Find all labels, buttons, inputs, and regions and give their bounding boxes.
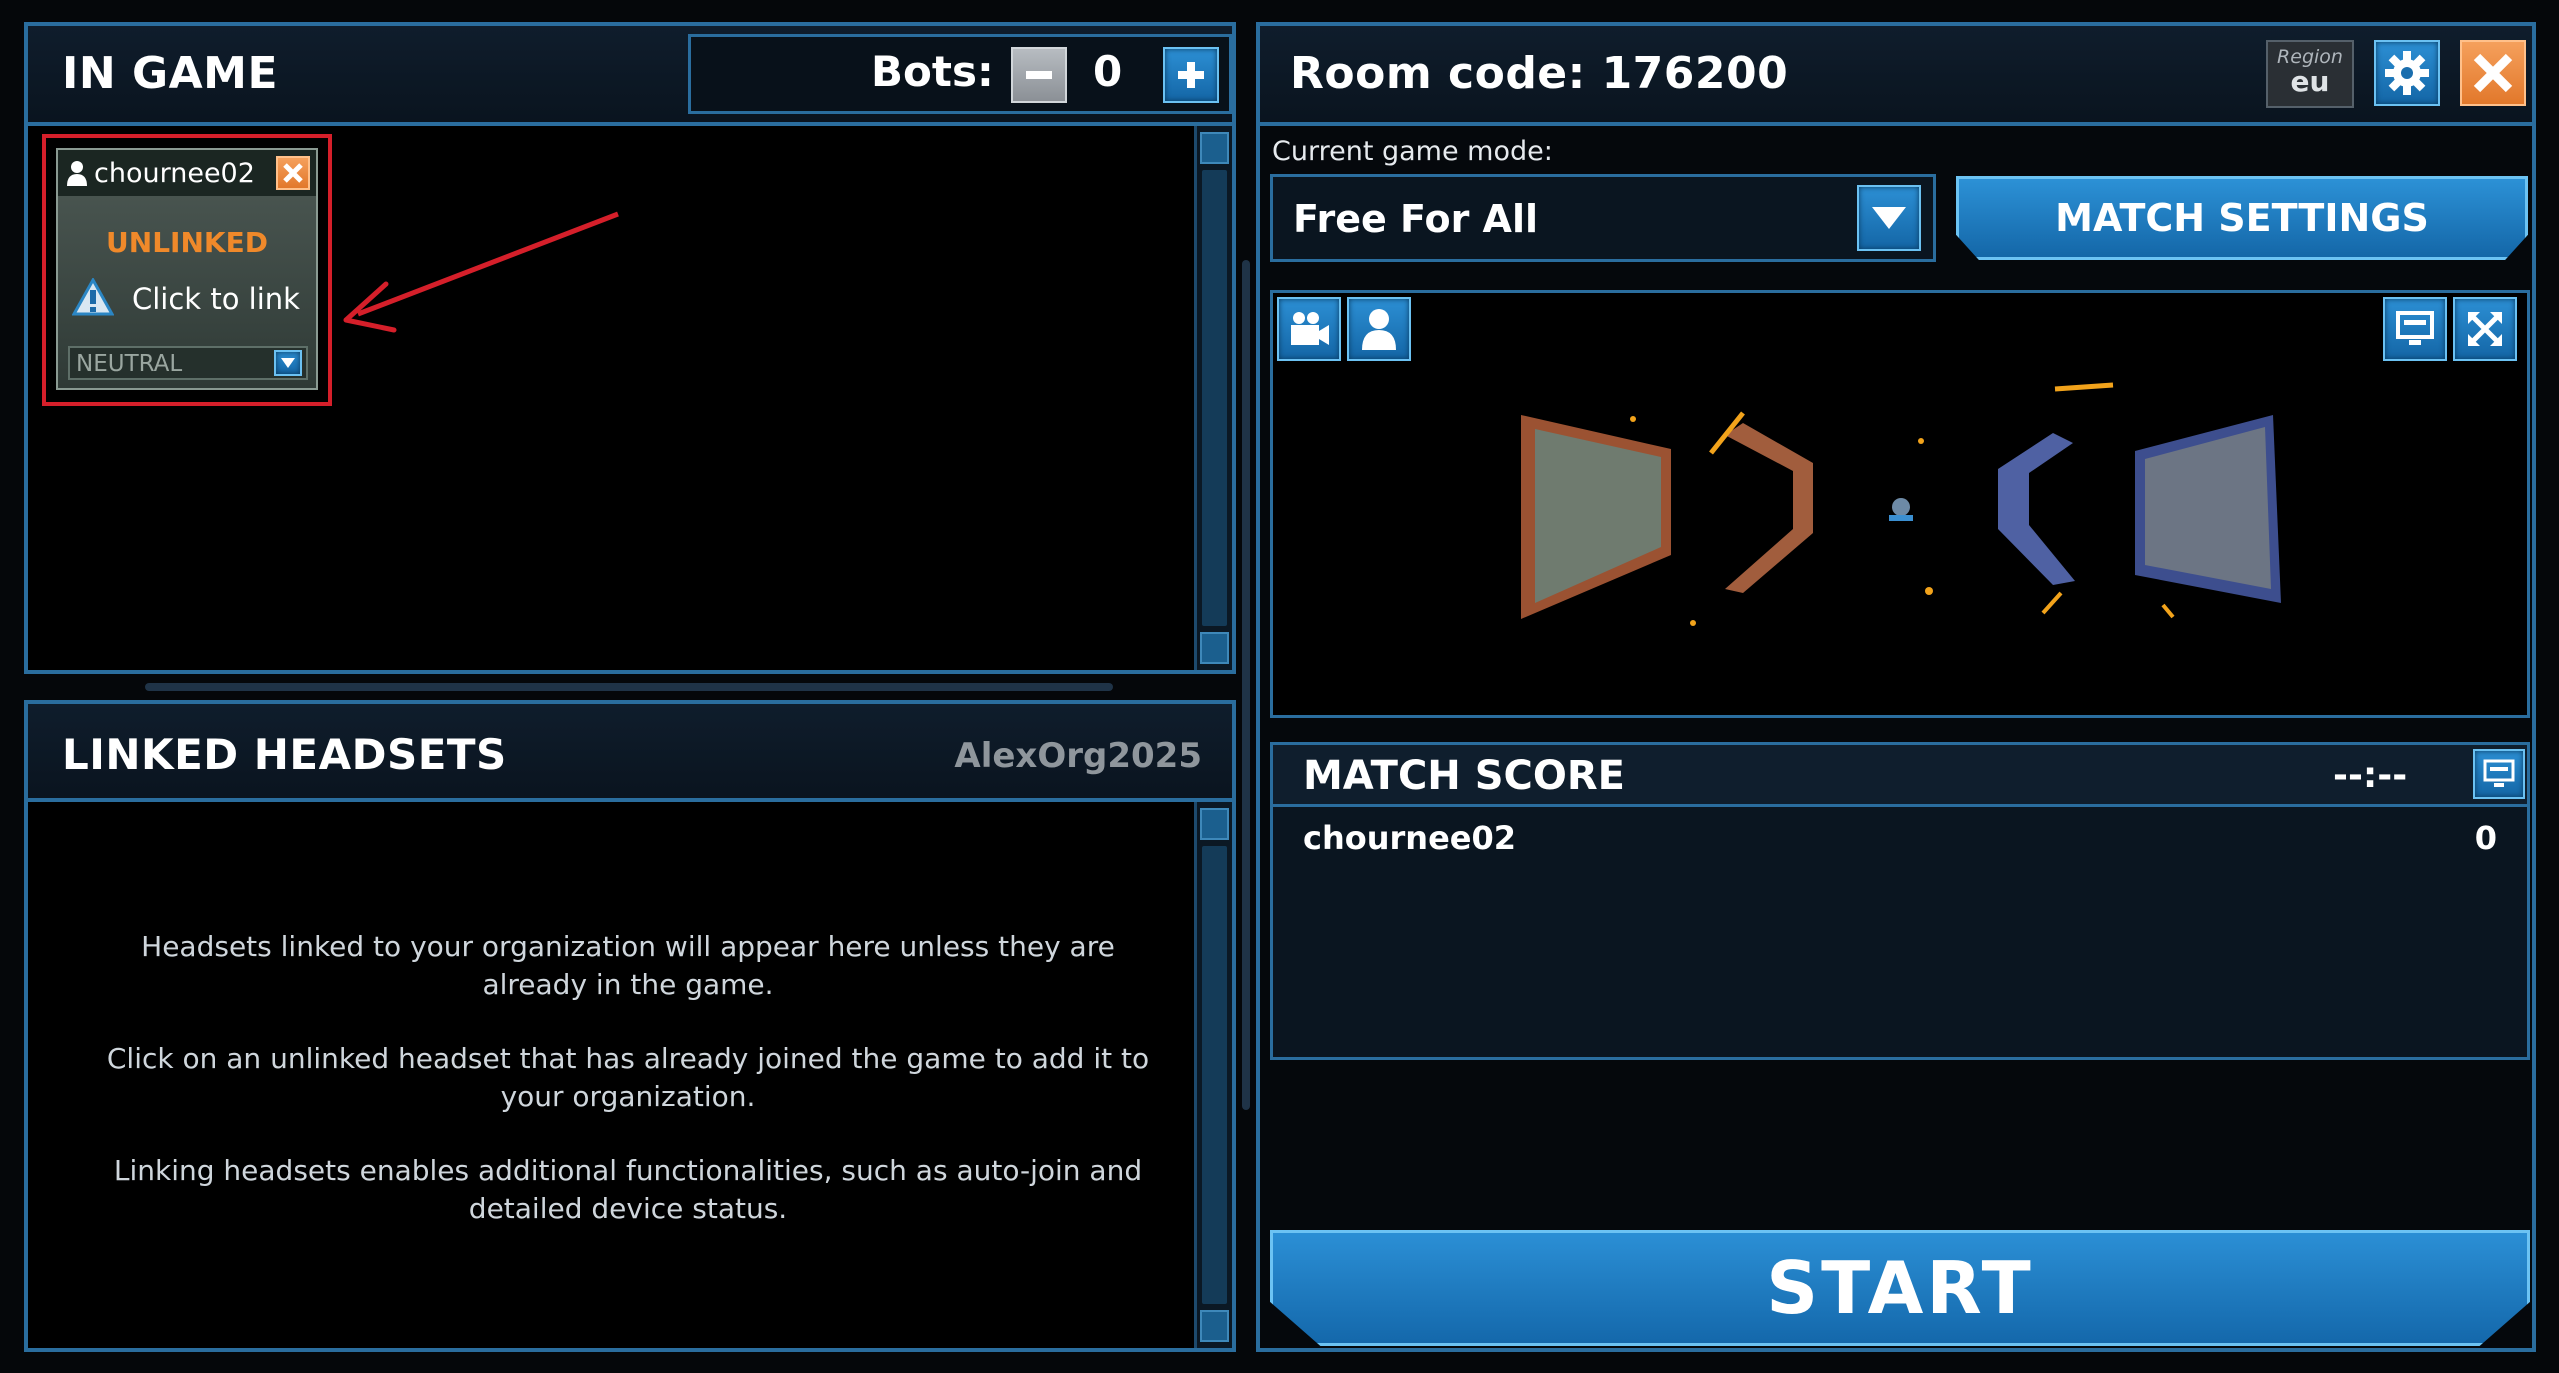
vertical-splitter[interactable] [1242,260,1250,1110]
add-bot-button[interactable] [1163,47,1219,103]
scroll-down-button[interactable] [1200,1310,1229,1342]
in-game-header: IN GAME Bots: 0 [28,26,1232,126]
scroll-up-button[interactable] [1200,132,1229,164]
start-button[interactable]: START [1270,1230,2530,1346]
annotation-arrow [343,211,619,333]
in-game-panel: IN GAME Bots: 0 chournee02 UNLINKED Clic… [24,22,1236,674]
player-card-header: chournee02 [58,150,316,196]
settings-button[interactable] [2374,40,2440,106]
close-room-button[interactable] [2460,40,2526,106]
scroll-track[interactable] [1202,170,1227,626]
match-score-header: MATCH SCORE --:-- [1273,745,2527,807]
region-selector[interactable]: Region eu [2266,40,2354,108]
in-game-scrollbar[interactable] [1194,126,1232,670]
warning-icon [72,278,114,316]
organization-name: AlexOrg2025 [954,736,1202,776]
match-settings-label: MATCH SETTINGS [2055,196,2429,240]
team-select-value: NEUTRAL [76,351,183,377]
minus-icon [1026,71,1052,79]
horizontal-splitter[interactable] [145,683,1113,691]
scroll-up-button[interactable] [1200,808,1229,840]
remove-bot-button[interactable] [1011,47,1067,103]
team-select-toggle[interactable] [274,350,302,376]
kick-player-button[interactable] [276,156,310,190]
match-score-title: MATCH SCORE [1303,753,1625,799]
team-select[interactable]: NEUTRAL [68,346,308,380]
room-code: Room code: 176200 [1290,48,1789,99]
scroll-track[interactable] [1202,846,1227,1304]
game-mode-dropdown-toggle[interactable] [1857,185,1921,251]
score-player-name: chournee02 [1303,819,1517,857]
region-value: eu [2290,65,2330,98]
game-mode-label: Current game mode: [1272,136,1553,167]
score-row: chournee02 0 [1273,817,2527,861]
user-icon [67,161,87,186]
linked-headsets-title: LINKED HEADSETS [62,730,507,779]
player-status: UNLINKED [106,226,268,259]
monitor-icon [2483,759,2515,787]
linked-headsets-header: LINKED HEADSETS AlexOrg2025 [28,704,1232,802]
info-paragraph-2: Click on an unlinked headset that has al… [106,1042,1150,1113]
link-headset-button[interactable]: Click to link [72,278,306,322]
gear-icon [2385,51,2429,95]
game-mode-value: Free For All [1293,197,1538,241]
match-settings-button[interactable]: MATCH SETTINGS [1956,176,2528,260]
match-score-panel: MATCH SCORE --:-- chournee02 0 [1270,742,2530,1060]
chevron-down-icon [1872,207,1906,229]
plus-icon [1178,62,1204,88]
chevron-down-icon [281,358,295,368]
close-icon [2473,53,2513,93]
close-icon [283,163,303,183]
arena-preview [1270,290,2530,718]
game-mode-select[interactable]: Free For All [1270,174,1936,262]
score-display-button[interactable] [2473,749,2525,799]
room-panel: Room code: 176200 Region eu Current game… [1256,22,2536,1352]
start-label: START [1766,1246,2034,1330]
match-timer: --:-- [2333,755,2408,796]
linked-headsets-scrollbar[interactable] [1194,802,1232,1348]
info-paragraph-1: Headsets linked to your organization wil… [141,930,1115,1001]
in-game-title: IN GAME [62,48,279,99]
bots-control: Bots: 0 [688,34,1232,114]
score-player-value: 0 [2474,819,2497,857]
bots-label: Bots: [871,47,994,96]
info-paragraph-3: Linking headsets enables additional func… [113,1154,1143,1225]
linked-headsets-panel: LINKED HEADSETS AlexOrg2025 Headsets lin… [24,700,1236,1352]
scroll-down-button[interactable] [1200,632,1229,664]
link-headset-label: Click to link [132,282,300,316]
player-card[interactable]: chournee02 UNLINKED Click to link NEUTRA… [56,148,318,390]
room-header: Room code: 176200 Region eu [1260,26,2532,126]
player-name: chournee02 [94,158,255,189]
bots-count: 0 [1093,47,1123,96]
arena-scene [1521,382,2281,626]
